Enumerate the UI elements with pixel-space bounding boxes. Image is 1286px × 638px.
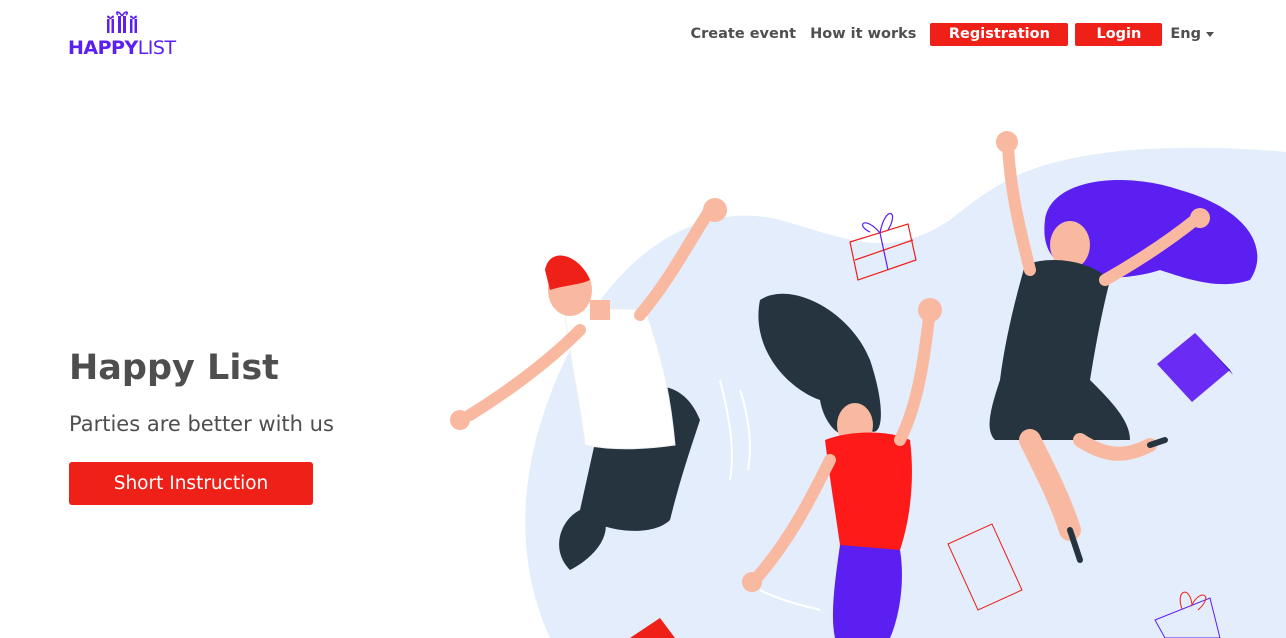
login-button[interactable]: Login xyxy=(1075,22,1163,46)
gift-boxes-icon xyxy=(107,11,137,33)
nav-how-it-works[interactable]: How it works xyxy=(810,26,916,42)
hero-title: Happy List xyxy=(69,348,279,388)
logo-text-light: LIST xyxy=(137,37,176,59)
logo[interactable]: HAPPYLIST xyxy=(68,10,180,60)
caret-down-icon xyxy=(1206,31,1214,37)
jumping-people-illustration xyxy=(450,131,1286,638)
top-nav: Create event How it works Registration L… xyxy=(691,22,1214,46)
hero-subtitle: Parties are better with us xyxy=(69,412,334,436)
logo-text-bold: HAPPY xyxy=(68,37,138,59)
short-instruction-button[interactable]: Short Instruction xyxy=(69,462,313,505)
language-label: Eng xyxy=(1170,26,1201,42)
language-dropdown[interactable]: Eng xyxy=(1170,26,1214,42)
registration-button[interactable]: Registration xyxy=(930,22,1069,46)
nav-create-event[interactable]: Create event xyxy=(691,26,797,42)
logo-text: HAPPYLIST xyxy=(68,37,176,59)
